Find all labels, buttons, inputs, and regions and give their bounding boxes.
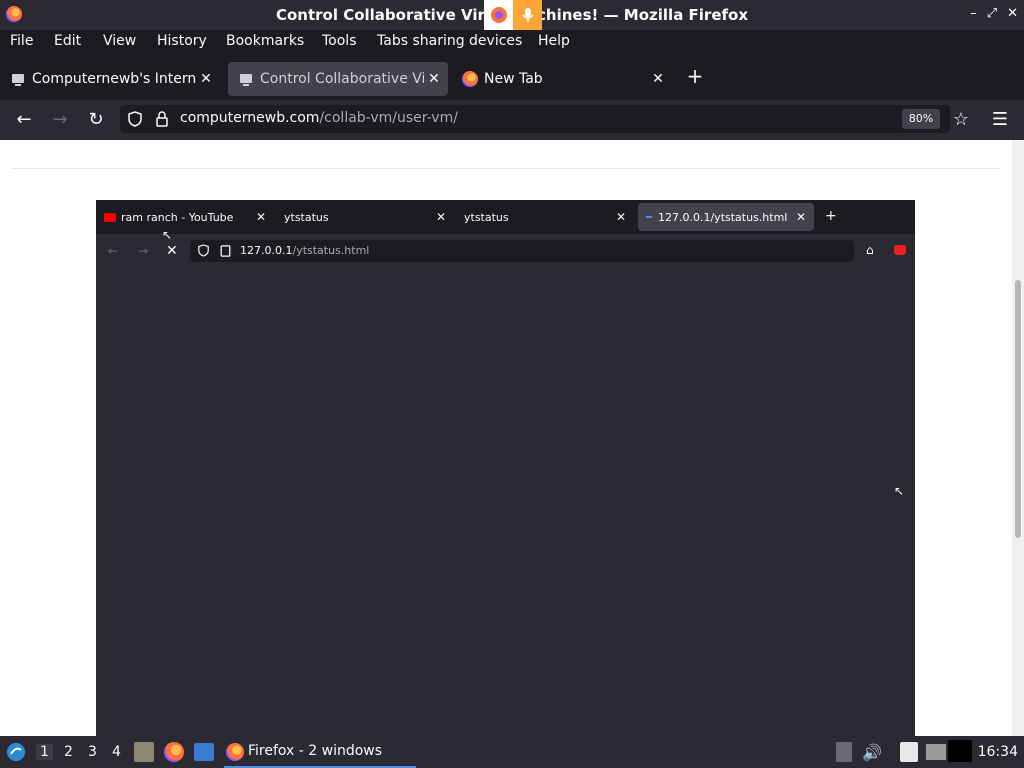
- vm-tab-ytstatus-1[interactable]: ytstatus ✕: [276, 203, 454, 231]
- menu-edit[interactable]: Edit: [54, 33, 81, 49]
- tab-label: Computernewb's Internet: [32, 71, 196, 87]
- page-scrollbar[interactable]: [1012, 140, 1024, 736]
- maximize-button[interactable]: ⤢: [987, 6, 997, 21]
- menu-view[interactable]: View: [103, 33, 136, 49]
- workspace-3[interactable]: 3: [88, 744, 97, 760]
- vm-tab-strip: ram ranch - YouTube ✕ ytstatus ✕ ytstatu…: [96, 200, 915, 234]
- firefox-launcher-icon[interactable]: [164, 742, 184, 762]
- vm-tab-localhost[interactable]: 127.0.0.1/ytstatus.html ✕: [638, 203, 814, 231]
- workspace-1[interactable]: 1: [36, 744, 53, 760]
- vm-page-body[interactable]: [96, 268, 915, 736]
- close-icon[interactable]: ✕: [436, 210, 446, 224]
- file-manager-icon[interactable]: [134, 742, 154, 762]
- firefox-icon: [462, 71, 478, 87]
- volume-icon[interactable]: 🔊: [862, 742, 882, 762]
- tray-up-icon[interactable]: [836, 742, 852, 762]
- vm-tab-label: ytstatus: [464, 210, 509, 224]
- vm-tab-label: ram ranch - YouTube: [121, 210, 234, 224]
- hamburger-menu-icon[interactable]: ☰: [988, 108, 1012, 132]
- vm-icon: [12, 74, 24, 86]
- tab-label: Control Collaborative Virt: [260, 71, 424, 87]
- mouse-cursor-icon: ↖: [162, 228, 173, 242]
- divider: [12, 168, 1000, 169]
- stop-icon[interactable]: ✕: [166, 243, 178, 259]
- new-tab-button[interactable]: +: [684, 64, 706, 88]
- url-host: computernewb.com: [180, 110, 320, 126]
- youtube-extension-icon[interactable]: [894, 245, 906, 255]
- menu-help[interactable]: Help: [538, 33, 570, 49]
- url-path: /collab-vm/user-vm/: [319, 110, 458, 126]
- tray-app-icon[interactable]: [948, 740, 972, 762]
- close-icon[interactable]: ✕: [796, 210, 806, 224]
- vm-tab-ytstatus-2[interactable]: ytstatus ✕: [456, 203, 634, 231]
- home-icon[interactable]: ⌂: [866, 243, 874, 257]
- minimize-button[interactable]: –: [970, 6, 977, 21]
- menu-file[interactable]: File: [10, 33, 33, 49]
- vm-new-tab-button[interactable]: +: [825, 208, 837, 224]
- desktop-icon[interactable]: [194, 743, 214, 761]
- close-icon[interactable]: ✕: [648, 71, 668, 87]
- lock-icon[interactable]: [156, 111, 168, 127]
- workspace-2[interactable]: 2: [64, 744, 73, 760]
- back-icon[interactable]: ←: [12, 108, 36, 132]
- tab-new-tab[interactable]: New Tab ✕: [452, 62, 672, 96]
- taskbar: 1 2 3 4 Firefox - 2 windows 🔊 16:34: [0, 736, 1024, 768]
- shield-icon[interactable]: [198, 244, 209, 257]
- network-icon[interactable]: [926, 744, 946, 760]
- close-icon[interactable]: ✕: [616, 210, 626, 224]
- vm-cursor-icon: ↖: [894, 484, 905, 498]
- page-content: ram ranch - YouTube ✕ ytstatus ✕ ytstatu…: [0, 140, 1024, 736]
- vm-url-bar[interactable]: 127.0.0.1/ytstatus.html: [190, 240, 854, 262]
- back-icon[interactable]: ←: [108, 244, 118, 258]
- microphone-sharing-icon[interactable]: [513, 0, 542, 30]
- menu-history[interactable]: History: [157, 33, 207, 49]
- tab-computernewb[interactable]: Computernewb's Internet ✕: [0, 62, 220, 96]
- close-window-button[interactable]: ✕: [1007, 6, 1018, 21]
- tab-strip: Computernewb's Internet ✕ Control Collab…: [0, 56, 1024, 100]
- task-label: Firefox - 2 windows: [248, 743, 383, 759]
- firefox-icon: [226, 743, 244, 761]
- camera-sharing-icon[interactable]: [484, 0, 513, 30]
- forward-icon[interactable]: →: [138, 244, 148, 258]
- menu-bookmarks[interactable]: Bookmarks: [226, 33, 304, 49]
- sharing-indicator[interactable]: [484, 0, 542, 30]
- vm-url-text[interactable]: 127.0.0.1/ytstatus.html: [240, 244, 369, 257]
- vm-tab-youtube[interactable]: ram ranch - YouTube ✕: [96, 203, 274, 231]
- youtube-icon: [104, 212, 116, 222]
- bookmark-star-icon[interactable]: ☆: [949, 108, 973, 132]
- forward-icon[interactable]: →: [48, 108, 72, 132]
- start-menu-icon[interactable]: [4, 740, 28, 764]
- workspace-4[interactable]: 4: [112, 744, 121, 760]
- vm-icon: [240, 74, 252, 86]
- menubar: File Edit View History Bookmarks Tools T…: [0, 30, 1024, 54]
- reload-icon[interactable]: ↻: [84, 108, 108, 132]
- menu-tools[interactable]: Tools: [322, 33, 357, 49]
- vm-tab-label: ytstatus: [284, 210, 329, 224]
- tab-collab-vm[interactable]: Control Collaborative Virt ✕: [228, 62, 448, 96]
- close-icon[interactable]: ✕: [256, 210, 266, 224]
- zoom-level-button[interactable]: 80%: [902, 109, 940, 129]
- tab-label: New Tab: [484, 71, 543, 87]
- close-icon[interactable]: ✕: [424, 71, 444, 87]
- vm-url-host: 127.0.0.1: [240, 244, 293, 257]
- url-bar[interactable]: computernewb.com/collab-vm/user-vm/: [120, 105, 950, 133]
- scrollbar-thumb[interactable]: [1015, 280, 1021, 538]
- loading-icon: [646, 216, 652, 218]
- url-text[interactable]: computernewb.com/collab-vm/user-vm/: [180, 110, 458, 126]
- shield-icon[interactable]: [128, 111, 142, 127]
- taskbar-task-firefox[interactable]: Firefox - 2 windows: [224, 736, 416, 768]
- clipboard-icon[interactable]: [900, 742, 918, 762]
- menu-tabs-sharing-devices[interactable]: Tabs sharing devices: [377, 33, 522, 49]
- vm-screen[interactable]: ram ranch - YouTube ✕ ytstatus ✕ ytstatu…: [96, 200, 915, 736]
- vm-url-path: /ytstatus.html: [292, 244, 370, 257]
- clock: 16:34: [977, 744, 1018, 760]
- window-titlebar: Control Collaborative Virt chines! — Moz…: [0, 0, 1024, 30]
- vm-tab-label: 127.0.0.1/ytstatus.html: [658, 210, 788, 224]
- page-icon: [220, 245, 231, 257]
- close-icon[interactable]: ✕: [196, 71, 216, 87]
